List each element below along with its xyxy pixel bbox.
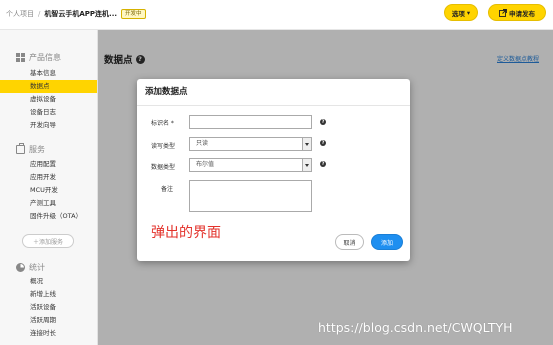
sidebar-item-app-dev[interactable]: 应用开发 (0, 171, 97, 184)
dialog-title: 添加数据点 (137, 79, 410, 106)
options-button[interactable]: 选项 ▾ (444, 4, 478, 21)
breadcrumb-current: 机智云手机APP连机... (44, 10, 118, 18)
sidebar-item-overview[interactable]: 概况 (0, 275, 97, 288)
sidebar-section-stats: 统计 (16, 262, 45, 273)
sidebar-item-connect-duration[interactable]: 连接时长 (0, 327, 97, 340)
sidebar-item-device-log[interactable]: 设备日志 (0, 106, 97, 119)
data-type-value: 布尔值 (196, 161, 215, 168)
sidebar-section-title: 服务 (29, 145, 45, 154)
sidebar-item-virtual-device[interactable]: 虚拟设备 (0, 93, 97, 106)
sidebar-section-title: 统计 (29, 263, 45, 272)
sidebar: 产品信息 基本信息 数据点 虚拟设备 设备日志 开发向导 服务 应用配置 应用开… (0, 30, 98, 345)
data-type-label: 数据类型 (151, 164, 176, 171)
sidebar-item-new-online[interactable]: 新增上线 (0, 288, 97, 301)
rw-type-value: 只读 (196, 140, 209, 147)
breadcrumb-separator: / (38, 10, 41, 18)
sidebar-section-title: 产品信息 (29, 53, 61, 62)
watermark-text: https://blog.csdn.net/CWQLTYH (318, 320, 513, 335)
breadcrumb: 个人项目 / 机智云手机APP连机... 开发中 (6, 9, 146, 19)
remark-textarea[interactable] (189, 180, 312, 212)
identifier-input[interactable] (189, 115, 312, 129)
options-label: 选项 (451, 9, 465, 18)
sidebar-section-service: 服务 (16, 143, 45, 155)
grid-icon (16, 53, 25, 62)
sidebar-section-product: 产品信息 (16, 52, 61, 63)
sidebar-item-app-config[interactable]: 应用配置 (0, 158, 97, 171)
sidebar-item-ota[interactable]: 固件升级（OTA） (0, 210, 97, 223)
sidebar-item-dev-guide[interactable]: 开发向导 (0, 119, 97, 132)
apply-publish-label: 申请发布 (509, 9, 535, 18)
apply-publish-button[interactable]: 申请发布 (488, 4, 546, 21)
pie-chart-icon (16, 263, 25, 272)
chevron-down-icon: ▾ (466, 8, 471, 17)
add-service-button[interactable]: ＋添加服务 (22, 234, 74, 248)
sidebar-item-prod-test[interactable]: 产测工具 (0, 197, 97, 210)
annotation-text: 弹出的界面 (151, 225, 221, 241)
remark-label: 备注 (161, 186, 174, 193)
dropdown-arrow-icon (302, 138, 311, 150)
dropdown-arrow-icon (302, 159, 311, 171)
rw-type-help-icon[interactable]: ? (320, 140, 326, 146)
add-datapoint-dialog: 添加数据点 标识名 * ? 读写类型 只读 ? 数据类型 布尔值 ? 备注 弹出… (137, 79, 410, 261)
sidebar-item-mcu-dev[interactable]: MCU开发 (0, 184, 97, 197)
sidebar-item-active-devices[interactable]: 活跃设备 (0, 301, 97, 314)
add-button[interactable]: 添加 (371, 234, 403, 250)
top-bar: 个人项目 / 机智云手机APP连机... 开发中 选项 ▾ 申请发布 (0, 0, 553, 30)
rw-type-label: 读写类型 (151, 143, 176, 150)
status-badge: 开发中 (121, 9, 146, 19)
identifier-help-icon[interactable]: ? (320, 119, 326, 125)
sidebar-item-basic-info[interactable]: 基本信息 (0, 67, 97, 80)
data-type-select[interactable]: 布尔值 (189, 158, 312, 172)
external-link-icon (499, 8, 507, 17)
briefcase-icon (16, 143, 25, 154)
identifier-label: 标识名 * (151, 120, 174, 127)
rw-type-select[interactable]: 只读 (189, 137, 312, 151)
data-type-help-icon[interactable]: ? (320, 161, 326, 167)
breadcrumb-root[interactable]: 个人项目 (6, 10, 34, 18)
cancel-button[interactable]: 取消 (335, 234, 364, 250)
sidebar-item-data-points[interactable]: 数据点 (0, 80, 97, 93)
sidebar-item-active-cycle[interactable]: 活跃周期 (0, 314, 97, 327)
